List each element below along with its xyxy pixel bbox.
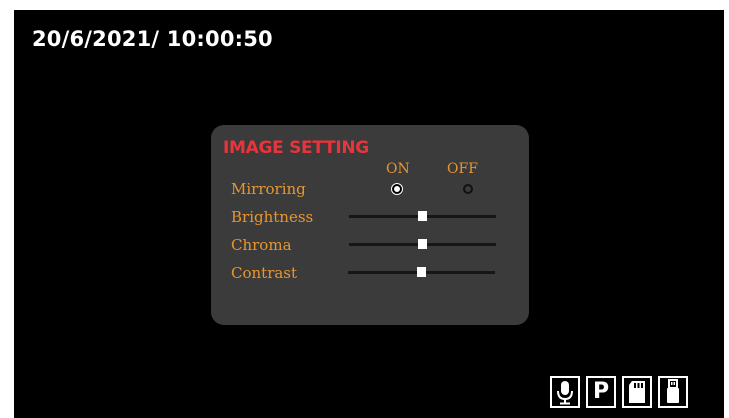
mirroring-off-radio[interactable]	[463, 184, 473, 194]
slider-thumb[interactable]	[418, 239, 427, 249]
mirroring-on-radio[interactable]	[392, 184, 402, 194]
chroma-slider[interactable]	[349, 237, 496, 251]
parking-letter: P	[592, 379, 610, 404]
microphone-icon	[550, 376, 580, 408]
contrast-slider[interactable]	[348, 265, 495, 279]
brightness-label: Brightness	[231, 208, 314, 226]
slider-thumb[interactable]	[418, 211, 427, 221]
brightness-slider[interactable]	[349, 209, 496, 223]
slider-thumb[interactable]	[417, 267, 426, 277]
parking-icon: P	[586, 376, 616, 408]
camera-screen: 20/6/2021/ 10:00:50 IMAGE SETTING ON OFF…	[14, 10, 724, 418]
mirroring-label: Mirroring	[231, 180, 306, 198]
image-setting-panel: IMAGE SETTING ON OFF Mirroring Brightnes…	[211, 125, 529, 325]
on-column-header: ON	[386, 161, 410, 177]
usb-drive-icon	[658, 376, 688, 408]
chroma-label: Chroma	[231, 236, 292, 254]
off-column-header: OFF	[447, 161, 478, 177]
datetime-overlay: 20/6/2021/ 10:00:50	[32, 27, 273, 51]
contrast-label: Contrast	[231, 264, 298, 282]
panel-title: IMAGE SETTING	[223, 138, 369, 158]
sd-card-icon	[622, 376, 652, 408]
